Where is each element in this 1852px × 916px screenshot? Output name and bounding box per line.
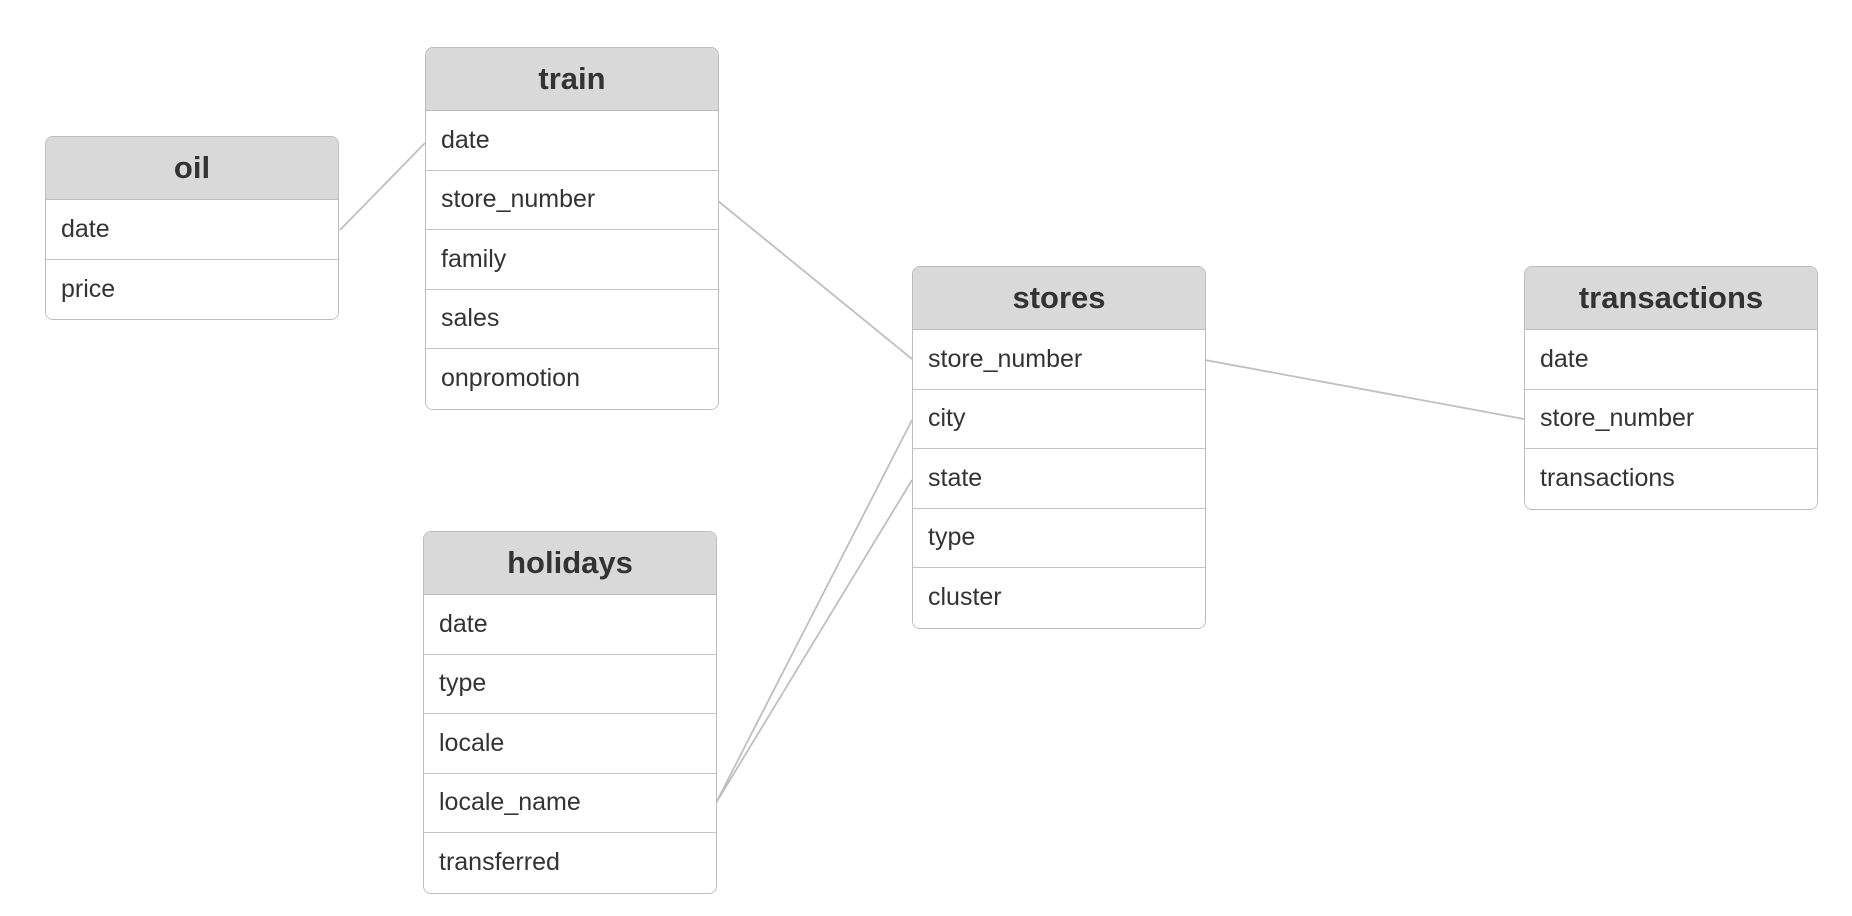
table-stores-column-type[interactable]: type (913, 508, 1205, 568)
connector-oil-date-to-train-date (339, 142, 426, 231)
table-holidays-column-locale[interactable]: locale (424, 714, 716, 774)
er-diagram-canvas: oil date price train date store_number f… (0, 0, 1852, 916)
connector-holidays-locale-name-to-stores-city (715, 419, 913, 804)
table-train-column-family[interactable]: family (426, 230, 718, 290)
table-stores-column-store-number[interactable]: store_number (913, 330, 1205, 390)
table-holidays[interactable]: holidays date type locale locale_name tr… (423, 531, 717, 894)
table-stores-column-cluster[interactable]: cluster (913, 568, 1205, 628)
table-train-title: train (426, 48, 718, 111)
table-holidays-column-type[interactable]: type (424, 654, 716, 714)
connector-holidays-locale-name-to-stores-state (715, 479, 913, 804)
table-holidays-column-locale-name[interactable]: locale_name (424, 773, 716, 833)
table-stores[interactable]: stores store_number city state type clus… (912, 266, 1206, 629)
table-train-column-store-number[interactable]: store_number (426, 170, 718, 230)
table-train-column-sales[interactable]: sales (426, 289, 718, 349)
table-transactions-column-store-number[interactable]: store_number (1525, 389, 1817, 449)
table-train-column-onpromotion[interactable]: onpromotion (426, 349, 718, 409)
connector-train-store-number-to-stores-store-number (717, 200, 913, 360)
table-stores-column-city[interactable]: city (913, 389, 1205, 449)
table-holidays-column-transferred[interactable]: transferred (424, 833, 716, 893)
table-train-column-date[interactable]: date (426, 111, 718, 171)
table-holidays-column-date[interactable]: date (424, 595, 716, 655)
table-transactions-title: transactions (1525, 267, 1817, 330)
table-oil-title: oil (46, 137, 338, 200)
table-oil-column-price[interactable]: price (46, 259, 338, 319)
table-transactions-column-date[interactable]: date (1525, 330, 1817, 390)
table-stores-title: stores (913, 267, 1205, 330)
table-train[interactable]: train date store_number family sales onp… (425, 47, 719, 410)
table-transactions[interactable]: transactions date store_number transacti… (1524, 266, 1818, 510)
connector-stores-store-number-to-transactions-store-number (1204, 359, 1525, 420)
table-transactions-column-transactions[interactable]: transactions (1525, 449, 1817, 509)
table-stores-column-state[interactable]: state (913, 449, 1205, 509)
table-holidays-title: holidays (424, 532, 716, 595)
table-oil[interactable]: oil date price (45, 136, 339, 320)
table-oil-column-date[interactable]: date (46, 200, 338, 260)
